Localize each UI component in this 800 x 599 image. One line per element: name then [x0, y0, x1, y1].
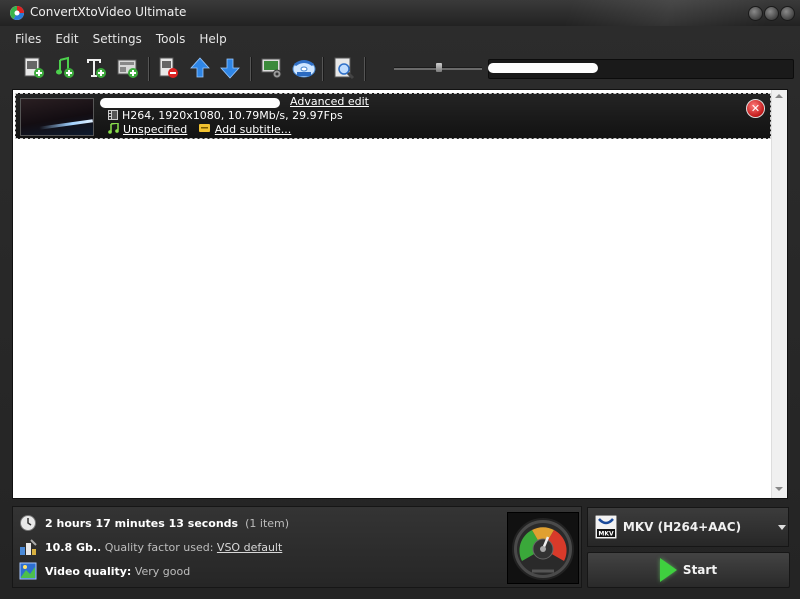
music-note-icon: [108, 122, 119, 134]
title-bar: ConvertXtoVideo Ultimate: [0, 0, 800, 26]
maximize-button[interactable]: [764, 6, 779, 21]
zoom-slider-thumb[interactable]: [436, 63, 442, 72]
video-thumbnail: [20, 98, 94, 136]
toolbar-separator: [250, 57, 252, 81]
video-quality-line: Video quality: Very good: [19, 562, 190, 580]
add-audio-button[interactable]: [50, 54, 78, 82]
vertical-scrollbar[interactable]: [771, 90, 787, 498]
output-format-selector[interactable]: MKV MKV (H264+AAC): [587, 507, 777, 547]
duration-line: 2 hours 17 minutes 13 seconds (1 item): [19, 514, 289, 532]
scroll-down-arrow-icon[interactable]: [775, 487, 783, 491]
remove-file-icon: [159, 57, 178, 78]
toolbar-separator: [364, 57, 366, 81]
size-value: 10.8 Gb..: [45, 540, 102, 554]
add-text-icon: [87, 59, 106, 78]
file-list-item[interactable]: Advanced edit H264, 1920x1080, 10.79Mb/s…: [15, 93, 771, 139]
preview-settings-button[interactable]: [258, 54, 286, 82]
burn-disc-icon: [292, 60, 316, 78]
close-x-icon: ✕: [750, 102, 761, 115]
output-format-label: MKV (H264+AAC): [622, 520, 742, 534]
quality-factor-label: Quality factor used:: [104, 540, 214, 554]
video-info-text: H264, 1920x1080, 10.79Mb/s, 29.97Fps: [122, 109, 343, 122]
add-chapter-icon: [117, 59, 138, 78]
add-audio-icon: [56, 56, 74, 78]
move-up-icon: [190, 57, 210, 78]
menu-files[interactable]: Files: [8, 30, 48, 50]
duration-value: 2 hours 17 minutes 13 seconds: [45, 516, 239, 530]
video-quality-value: Very good: [134, 564, 191, 578]
remove-item-button[interactable]: ✕: [746, 99, 765, 118]
menu-help[interactable]: Help: [192, 30, 233, 50]
quality-factor-link[interactable]: VSO default: [217, 541, 282, 554]
add-video-icon: [24, 57, 44, 78]
remove-file-button[interactable]: [154, 54, 182, 82]
video-info-line: H264, 1920x1080, 10.79Mb/s, 29.97Fps: [108, 109, 343, 122]
chevron-down-icon: [778, 525, 786, 530]
preview-settings-icon: [261, 58, 282, 79]
menu-edit[interactable]: Edit: [48, 30, 85, 50]
film-icon: [108, 110, 118, 120]
window-title: ConvertXtoVideo Ultimate: [30, 5, 187, 19]
move-down-icon: [220, 58, 240, 79]
move-up-button[interactable]: [186, 54, 214, 82]
close-window-button[interactable]: [780, 6, 795, 21]
thumbnail-streak: [39, 119, 93, 130]
item-count: (1 item): [245, 516, 290, 530]
video-quality-label: Video quality:: [45, 564, 132, 578]
add-video-button[interactable]: [20, 54, 48, 82]
size-line: 10.8 Gb.. Quality factor used: VSO defau…: [19, 538, 282, 556]
video-quality-icon: [19, 562, 37, 580]
redacted-file-name: [100, 98, 280, 108]
output-format-dropdown[interactable]: [776, 507, 789, 547]
add-text-button[interactable]: [82, 54, 110, 82]
start-button-label: Start: [682, 563, 718, 577]
minimize-button[interactable]: [748, 6, 763, 21]
zoom-preview-icon: [334, 57, 355, 80]
app-window: ConvertXtoVideo Ultimate Files Edit Sett…: [0, 0, 800, 599]
move-down-button[interactable]: [216, 54, 244, 82]
burn-disc-button[interactable]: [290, 54, 318, 82]
toolbar: [16, 54, 796, 84]
app-logo-icon: [10, 6, 24, 20]
subtitle-icon: [198, 124, 210, 132]
menu-bar: Files Edit Settings Tools Help: [8, 30, 234, 50]
start-button[interactable]: Start: [587, 552, 790, 588]
scroll-up-arrow-icon[interactable]: [775, 94, 783, 98]
file-list[interactable]: Advanced edit H264, 1920x1080, 10.79Mb/s…: [12, 89, 788, 499]
zoom-preview-button[interactable]: [330, 54, 358, 82]
redacted-search-text: [488, 63, 598, 73]
add-subtitle-link[interactable]: Add subtitle...: [215, 123, 291, 136]
clock-icon: [20, 515, 36, 531]
menu-settings[interactable]: Settings: [86, 30, 149, 50]
menu-tools[interactable]: Tools: [149, 30, 193, 50]
speed-gauge: [507, 512, 579, 584]
speedometer-icon: [512, 518, 574, 580]
add-chapter-button[interactable]: [114, 54, 142, 82]
advanced-edit-link[interactable]: Advanced edit: [290, 95, 369, 108]
toolbar-separator: [148, 57, 150, 81]
toolbar-separator: [322, 57, 324, 81]
conversion-info-panel: 2 hours 17 minutes 13 seconds (1 item) 1…: [12, 506, 582, 588]
audio-info-line: Unspecified Add subtitle...: [108, 122, 291, 136]
size-gauge-icon: [20, 539, 37, 555]
audio-track-link[interactable]: Unspecified: [123, 123, 187, 136]
play-icon: [659, 558, 677, 582]
